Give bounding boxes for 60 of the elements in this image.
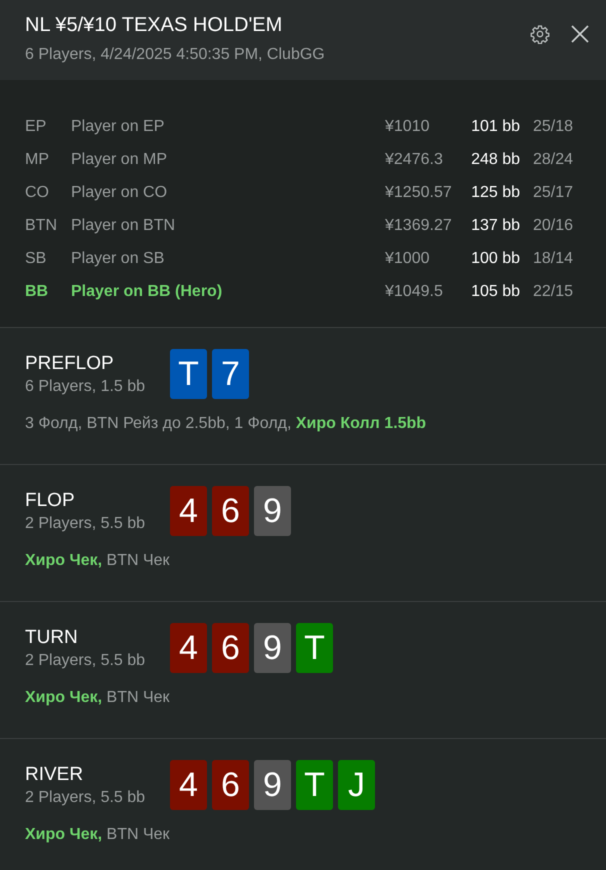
action-summary: Хиро Чек, BTN Чек [25, 689, 171, 707]
player-stack: ¥1010 [385, 118, 430, 136]
settings-icon[interactable] [530, 24, 550, 44]
hand-info: 6 Players, 4/24/2025 4:50:35 PM, ClubGG [25, 46, 326, 64]
player-position: CO [25, 184, 50, 202]
street-name: PREFLOP [25, 353, 115, 375]
playing-card: 9 [254, 486, 291, 536]
player-position: MP [25, 150, 50, 168]
playing-card: 9 [254, 760, 291, 810]
street-info: 6 Players, 1.5 bb [25, 378, 146, 396]
playing-card: 4 [170, 760, 207, 810]
playing-card: T [296, 623, 333, 673]
player-bb: 100 bb [470, 250, 520, 268]
player-bb: 105 bb [470, 282, 520, 300]
player-stack: ¥2476.3 [385, 150, 444, 168]
player-name: Player on MP [71, 150, 168, 168]
player-name: Player on BB (Hero) [71, 282, 224, 300]
player-stats: 20/16 [533, 216, 574, 234]
playing-card: J [338, 760, 375, 810]
player-stats: 28/24 [533, 150, 574, 168]
player-name: Player on CO [71, 184, 168, 202]
player-position: EP [25, 118, 48, 136]
player-stats: 25/18 [533, 118, 574, 136]
player-name: Player on EP [71, 118, 166, 136]
playing-card: 9 [254, 623, 291, 673]
playing-card: T [296, 760, 333, 810]
street-info: 2 Players, 5.5 bb [25, 652, 146, 670]
street-name: TURN [25, 627, 79, 649]
player-stack: ¥1250.57 [385, 184, 453, 202]
player-bb: 137 bb [470, 216, 520, 234]
player-bb: 248 bb [470, 150, 520, 168]
playing-card: 6 [212, 623, 249, 673]
player-name: Player on BTN [71, 216, 176, 234]
street-info: 2 Players, 5.5 bb [25, 515, 146, 533]
player-position: BB [25, 282, 50, 300]
playing-card: 6 [212, 760, 249, 810]
street-name: FLOP [25, 490, 76, 512]
playing-card: 4 [170, 623, 207, 673]
player-position: SB [25, 250, 48, 268]
playing-card: T [170, 349, 207, 399]
player-stack: ¥1049.5 [385, 282, 444, 300]
player-stats: 18/14 [533, 250, 574, 268]
player-stack: ¥1369.27 [385, 216, 453, 234]
playing-card: 7 [212, 349, 249, 399]
window-title: NL ¥5/¥10 TEXAS HOLD'EM [25, 14, 284, 37]
player-bb: 125 bb [470, 184, 520, 202]
player-stats: 25/17 [533, 184, 574, 202]
action-summary: Хиро Чек, BTN Чек [25, 826, 171, 844]
action-summary: Хиро Чек, BTN Чек [25, 552, 171, 570]
player-stack: ¥1000 [385, 250, 430, 268]
playing-card: 6 [212, 486, 249, 536]
player-name: Player on SB [71, 250, 166, 268]
player-stats: 22/15 [533, 282, 574, 300]
player-position: BTN [25, 216, 58, 234]
close-icon[interactable] [570, 24, 590, 44]
action-summary: 3 Фолд, BTN Рейз до 2.5bb, 1 Фолд, Хиро Колл 1.5bb [25, 415, 428, 433]
playing-card: 4 [170, 486, 207, 536]
street-info: 2 Players, 5.5 bb [25, 789, 146, 807]
street-name: RIVER [25, 764, 84, 786]
player-bb: 101 bb [470, 118, 520, 136]
